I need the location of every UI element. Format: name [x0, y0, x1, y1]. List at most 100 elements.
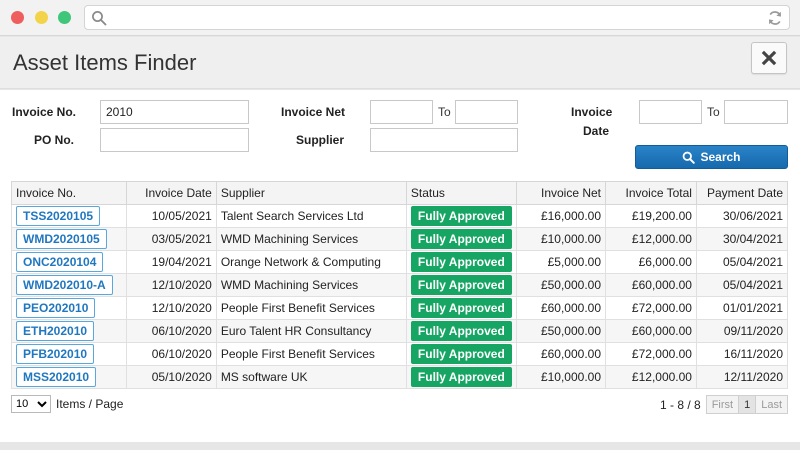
invoice-net-cell: £10,000.00	[515, 365, 607, 389]
invoice-net-cell: £50,000.00	[515, 319, 607, 343]
supplier-cell: Euro Talent HR Consultancy	[215, 319, 407, 343]
status-badge: Fully Approved	[410, 229, 512, 249]
invoice-date-to-label: To	[707, 105, 720, 119]
search-button[interactable]: Search	[635, 145, 788, 169]
items-per-page-label: Items / Page	[56, 397, 124, 411]
invoice-link[interactable]: WMD202010-A	[16, 275, 113, 295]
status-badge: Fully Approved	[410, 367, 512, 387]
invoice-link[interactable]: PFB202010	[16, 344, 95, 364]
po-no-input[interactable]	[100, 128, 249, 152]
invoice-link[interactable]: PEO202010	[16, 298, 96, 318]
invoice-link[interactable]: ONC2020104	[16, 252, 104, 272]
invoice-date-label: Invoice	[571, 105, 613, 119]
first-page-button[interactable]: First	[705, 395, 740, 414]
bottom-strip	[0, 442, 800, 450]
invoice-total-cell: £12,000.00	[605, 227, 697, 251]
close-window-dot[interactable]	[11, 11, 24, 24]
last-page-button[interactable]: Last	[755, 395, 788, 414]
invoice-net-cell: £16,000.00	[515, 204, 607, 228]
table-row: MSS202010 05/10/2020 MS software UK Full…	[11, 365, 789, 389]
invoice-total-cell: £60,000.00	[605, 319, 697, 343]
supplier-cell: Talent Search Services Ltd	[215, 204, 407, 228]
table-row: PEO202010 12/10/2020 People First Benefi…	[11, 296, 789, 320]
supplier-cell: People First Benefit Services	[215, 296, 407, 320]
invoice-date-cell: 12/10/2020	[125, 273, 217, 297]
search-button-label: Search	[700, 150, 741, 164]
col-header-invoice-total[interactable]: Invoice Total	[605, 181, 697, 205]
payment-date-cell: 30/04/2021	[695, 227, 789, 251]
invoice-net-cell: £50,000.00	[515, 273, 607, 297]
status-badge: Fully Approved	[410, 252, 512, 272]
invoice-net-label: Invoice Net	[281, 105, 346, 119]
table-row: TSS2020105 10/05/2021 Talent Search Serv…	[11, 204, 789, 228]
invoice-date-cell: 06/10/2020	[125, 342, 217, 366]
po-no-label: PO No.	[34, 133, 75, 147]
payment-date-cell: 12/11/2020	[695, 365, 789, 389]
table-row: PFB202010 06/10/2020 People First Benefi…	[11, 342, 789, 366]
invoice-net-cell: £60,000.00	[515, 342, 607, 366]
supplier-label: Supplier	[296, 133, 345, 147]
table-row: WMD2020105 03/05/2021 WMD Machining Serv…	[11, 227, 789, 251]
invoice-no-input[interactable]	[100, 100, 249, 124]
invoice-link[interactable]: TSS2020105	[16, 206, 101, 226]
invoice-net-to-input[interactable]	[455, 100, 518, 124]
status-badge: Fully Approved	[410, 275, 512, 295]
page-1-button[interactable]: 1	[738, 395, 757, 414]
page-size-select[interactable]: 10	[11, 395, 51, 413]
invoice-net-from-input[interactable]	[370, 100, 433, 124]
status-badge: Fully Approved	[410, 206, 512, 226]
invoice-total-cell: £19,200.00	[605, 204, 697, 228]
invoice-net-cell: £60,000.00	[515, 296, 607, 320]
col-header-payment-date[interactable]: Payment Date	[695, 181, 789, 205]
invoice-date-cell: 06/10/2020	[125, 319, 217, 343]
col-header-invoice-date[interactable]: Invoice Date	[125, 181, 217, 205]
reload-icon[interactable]	[766, 9, 784, 27]
page-size-control: 10 Items / Page	[11, 395, 123, 413]
supplier-cell: People First Benefit Services	[215, 342, 407, 366]
invoice-date-label-line2: Date	[583, 124, 610, 138]
col-header-invoice-no[interactable]: Invoice No.	[11, 181, 127, 205]
table-row: ONC2020104 19/04/2021 Orange Network & C…	[11, 250, 789, 274]
minimize-window-dot[interactable]	[35, 11, 48, 24]
invoice-date-cell: 10/05/2021	[125, 204, 217, 228]
supplier-input[interactable]	[370, 128, 518, 152]
supplier-cell: WMD Machining Services	[215, 273, 407, 297]
payment-date-cell: 16/11/2020	[695, 342, 789, 366]
table-row: WMD202010-A 12/10/2020 WMD Machining Ser…	[11, 273, 789, 297]
col-header-supplier[interactable]: Supplier	[215, 181, 407, 205]
invoice-link[interactable]: MSS202010	[16, 367, 97, 387]
invoice-total-cell: £60,000.00	[605, 273, 697, 297]
invoice-net-to-label: To	[438, 105, 451, 119]
address-bar[interactable]	[84, 5, 790, 30]
supplier-cell: MS software UK	[215, 365, 407, 389]
invoice-net-cell: £5,000.00	[515, 250, 607, 274]
supplier-cell: Orange Network & Computing	[215, 250, 407, 274]
invoice-date-cell: 19/04/2021	[125, 250, 217, 274]
close-icon	[761, 50, 777, 66]
panel-header: Asset Items Finder	[0, 37, 800, 89]
invoice-no-label: Invoice No.	[12, 105, 77, 119]
finder-content: Invoice No. PO No. Invoice Net To Suppli…	[0, 90, 800, 442]
invoice-total-cell: £72,000.00	[605, 342, 697, 366]
status-badge: Fully Approved	[410, 298, 512, 318]
invoice-total-cell: £12,000.00	[605, 365, 697, 389]
invoice-date-to-input[interactable]	[724, 100, 788, 124]
close-button[interactable]	[751, 42, 787, 74]
col-header-invoice-net[interactable]: Invoice Net	[515, 181, 607, 205]
col-header-status[interactable]: Status	[405, 181, 517, 205]
supplier-cell: WMD Machining Services	[215, 227, 407, 251]
invoice-date-from-input[interactable]	[639, 100, 702, 124]
invoice-total-cell: £72,000.00	[605, 296, 697, 320]
table-header-row: Invoice No. Invoice Date Supplier Status…	[11, 181, 789, 205]
search-icon	[92, 11, 107, 26]
payment-date-cell: 30/06/2021	[695, 204, 789, 228]
maximize-window-dot[interactable]	[58, 11, 71, 24]
results-table: Invoice No. Invoice Date Supplier Status…	[11, 181, 789, 389]
payment-date-cell: 01/01/2021	[695, 296, 789, 320]
invoice-link[interactable]: ETH202010	[16, 321, 95, 341]
pagination: 1 - 8 / 8 First 1 Last	[660, 395, 788, 414]
payment-date-cell: 05/04/2021	[695, 273, 789, 297]
status-badge: Fully Approved	[410, 344, 512, 364]
table-row: ETH202010 06/10/2020 Euro Talent HR Cons…	[11, 319, 789, 343]
invoice-link[interactable]: WMD2020105	[16, 229, 107, 249]
